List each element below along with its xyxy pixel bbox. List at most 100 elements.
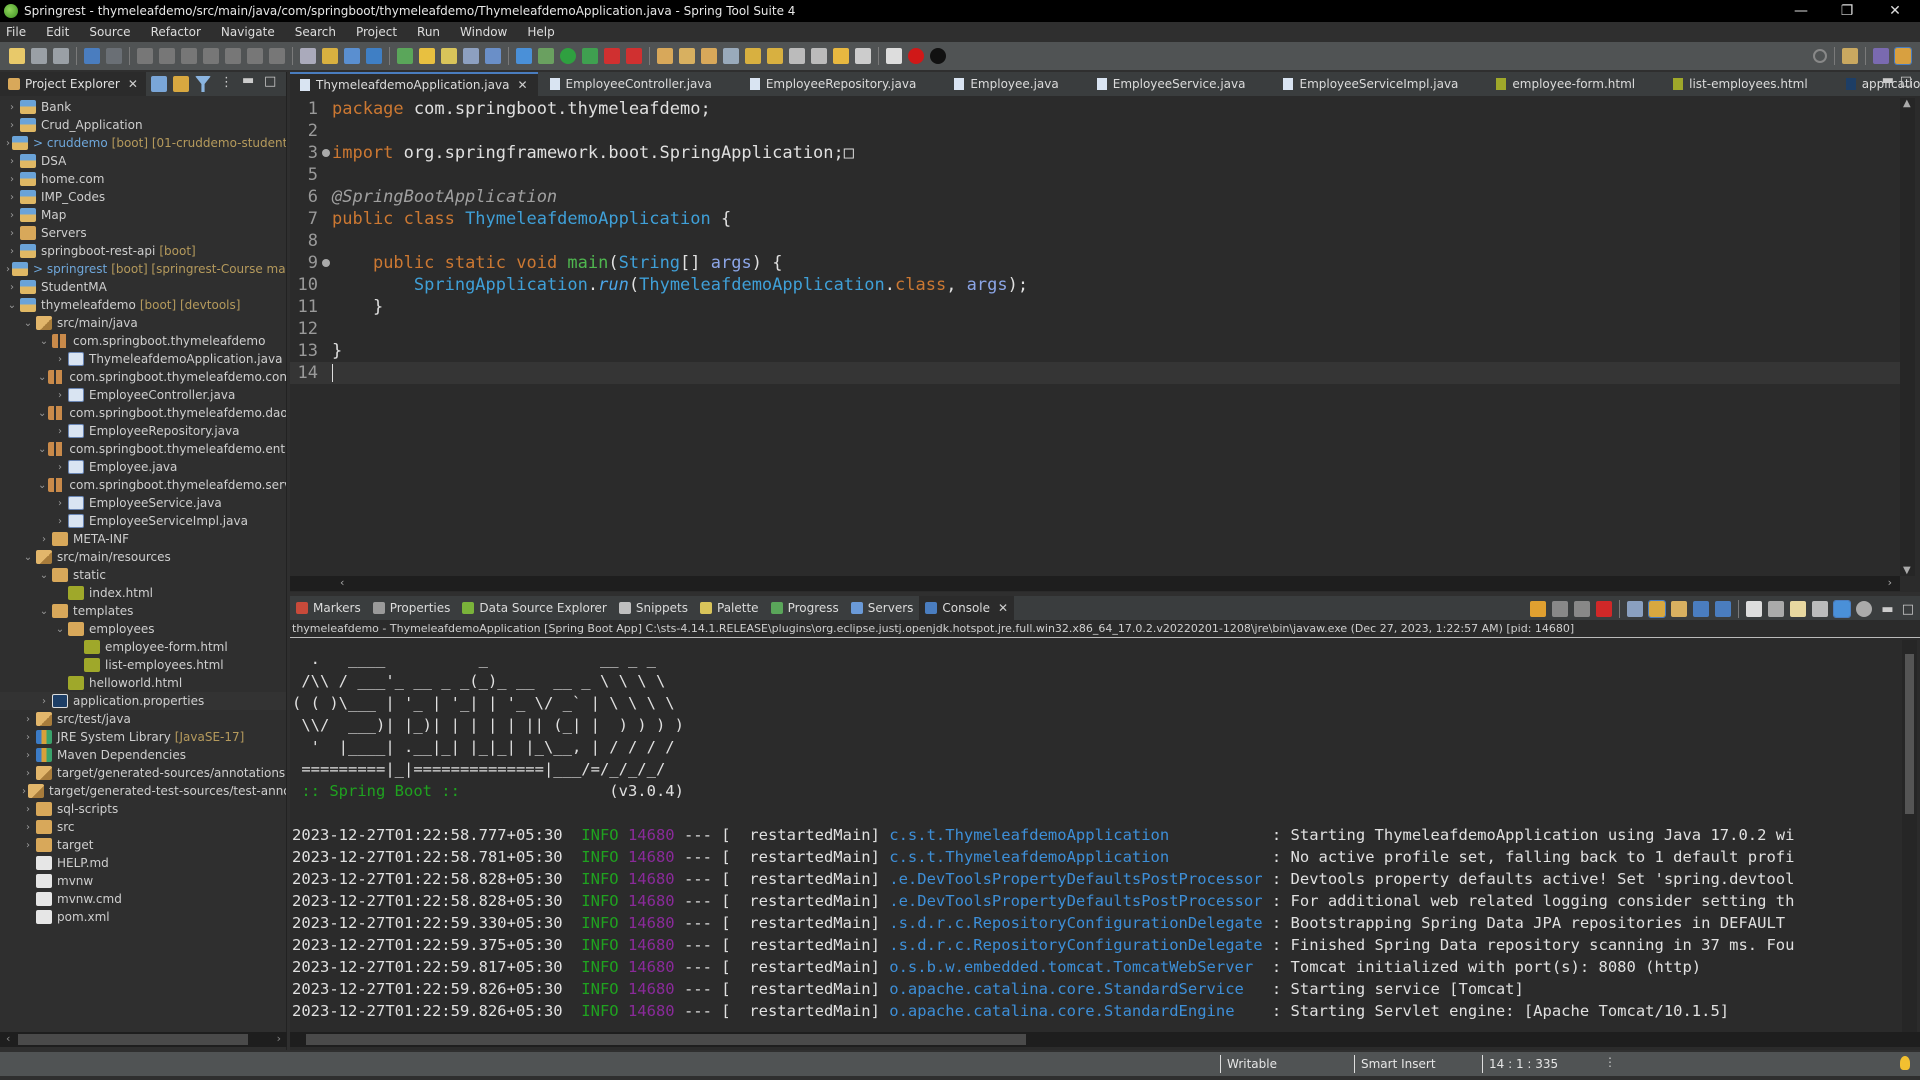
menu-run[interactable]: Run [417,25,440,39]
tree-item[interactable]: › Bank [0,98,286,116]
skip-breakpoints-icon[interactable] [106,48,122,64]
menu-navigate[interactable]: Navigate [221,25,275,39]
tree-item[interactable]: › EmployeeController.java [0,386,286,404]
open-folder-icon[interactable] [657,48,673,64]
chevron-down-icon[interactable]: ⌄ [38,606,50,617]
code-line[interactable]: 1 package com.springboot.thymeleafdemo; [290,98,1900,120]
chevron-right-icon[interactable]: › [6,156,18,167]
chevron-right-icon[interactable]: › [54,426,66,437]
tab-data-source-explorer[interactable]: Data Source Explorer [456,596,612,620]
chevron-right-icon[interactable]: › [38,696,50,707]
tree-item[interactable]: ⌄ com.springboot.thymeleafdemo.dao [0,404,286,422]
menu-refactor[interactable]: Refactor [151,25,201,39]
chevron-down-icon[interactable]: ⌄ [38,336,50,347]
new-server-icon[interactable] [344,48,360,64]
maximize-editor-icon[interactable]: □ [1900,74,1912,89]
chevron-down-icon[interactable]: ⌄ [22,318,34,329]
editor-tab[interactable]: list-employees.html [1663,72,1818,96]
chevron-right-icon[interactable]: › [6,102,18,113]
tree-item[interactable]: ⌄ com.springboot.thymeleafdemo.controller [0,368,286,386]
disconnect-icon[interactable] [203,48,219,64]
editor-tab[interactable]: EmployeeService.java [1087,72,1256,96]
step-over-icon[interactable] [247,48,263,64]
minimize-editor-icon[interactable]: ▬ [1882,73,1894,88]
chevron-right-icon[interactable]: › [6,210,18,221]
console-hscrollbar[interactable] [290,1032,1920,1047]
toggle-block-selection-icon[interactable] [441,48,457,64]
lock-icon[interactable] [930,48,946,64]
tree-item[interactable]: › sql-scripts [0,800,286,818]
link-with-editor-icon[interactable] [173,76,189,92]
save-all-icon[interactable] [53,48,69,64]
maximize-view-icon[interactable]: □ [1902,602,1914,617]
tab-servers[interactable]: Servers [845,596,920,620]
terminate-console-icon[interactable] [1596,601,1613,617]
code-line[interactable]: 5 [290,164,1900,186]
open-perspective-icon[interactable] [1842,48,1858,64]
tab-progress[interactable]: Progress [765,596,845,620]
scroll-up-icon[interactable]: ▲ [1903,98,1911,109]
chevron-right-icon[interactable]: › [6,228,18,239]
spring-starter-icon[interactable] [366,48,382,64]
chevron-down-icon[interactable]: ⌄ [22,552,34,563]
chevron-right-icon[interactable]: › [6,192,18,203]
tree-item[interactable]: › META-INF [0,530,286,548]
chevron-right-icon[interactable]: › [54,516,66,527]
chevron-down-icon[interactable]: ⌄ [54,624,66,635]
drop-to-frame-icon[interactable] [300,48,316,64]
run-icon[interactable] [560,48,576,64]
use-step-filters-icon[interactable] [322,48,338,64]
save-icon[interactable] [31,48,47,64]
editor-hscrollbar[interactable]: ‹ › [290,576,1900,591]
editor-tab[interactable]: Employee.java [944,72,1068,96]
tree-item[interactable]: › src [0,818,286,836]
terminate-icon[interactable] [181,48,197,64]
show-on-stderr-icon[interactable] [1715,601,1732,617]
tree-item[interactable]: › IMP_Codes [0,188,286,206]
tree-item[interactable]: › Servers [0,224,286,242]
tree-item[interactable]: › Employee.java [0,458,286,476]
tree-item[interactable]: mvnw [0,872,286,890]
remove-launch-icon[interactable] [1552,601,1569,617]
chevron-right-icon[interactable]: › [22,714,34,725]
fold-toggle-icon[interactable] [322,259,330,267]
settings-icon[interactable] [1856,601,1873,617]
stop-icon[interactable] [604,48,620,64]
tree-item[interactable]: › EmployeeServiceImpl.java [0,512,286,530]
close-icon[interactable]: ✕ [128,77,138,91]
navigate-forward-icon[interactable] [855,48,871,64]
filter-icon[interactable] [195,76,211,92]
tree-item[interactable]: › target/generated-sources/annotations [0,764,286,782]
menu-window[interactable]: Window [460,25,507,39]
code-line[interactable]: 10 SpringApplication.run(ThymeleafdemoAp… [290,274,1900,296]
code-line[interactable]: 14 [290,362,1900,384]
suspend-icon[interactable] [159,48,175,64]
scrollbar-thumb[interactable] [18,1034,248,1045]
minimize-button[interactable]: — [1778,0,1824,22]
tab-project-explorer[interactable]: Project Explorer ✕ [0,72,146,96]
search-icon[interactable] [1813,49,1827,63]
tab-markers[interactable]: Markers [290,596,367,620]
chevron-down-icon[interactable]: ⌄ [38,480,46,491]
back-icon[interactable] [789,48,805,64]
menu-file[interactable]: File [6,25,26,39]
tree-item[interactable]: ⌄ thymeleafdemo [boot] [devtools] [0,296,286,314]
code-line[interactable]: 13} [290,340,1900,362]
tree-item[interactable]: › Map [0,206,286,224]
chevron-right-icon[interactable]: › [22,840,34,851]
ansi-console-icon[interactable] [1833,600,1852,618]
tree-item[interactable]: › target [0,836,286,854]
tree-item[interactable]: pom.xml [0,908,286,926]
last-edit-icon[interactable] [833,48,849,64]
code-line[interactable]: 11 } [290,296,1900,318]
status-menu-icon[interactable]: ⋮ [1604,1055,1616,1069]
tree-item[interactable]: › Maven Dependencies [0,746,286,764]
scroll-down-icon[interactable]: ▼ [1903,565,1911,576]
tree-item[interactable]: › home.com [0,170,286,188]
scroll-left-icon[interactable]: ‹ [6,1032,10,1045]
code-line[interactable]: 8 [290,230,1900,252]
restore-button[interactable]: ❐ [1824,0,1870,22]
relaunch-app-icon[interactable] [1530,601,1547,617]
menu-project[interactable]: Project [356,25,397,39]
search-files-icon[interactable] [679,48,695,64]
